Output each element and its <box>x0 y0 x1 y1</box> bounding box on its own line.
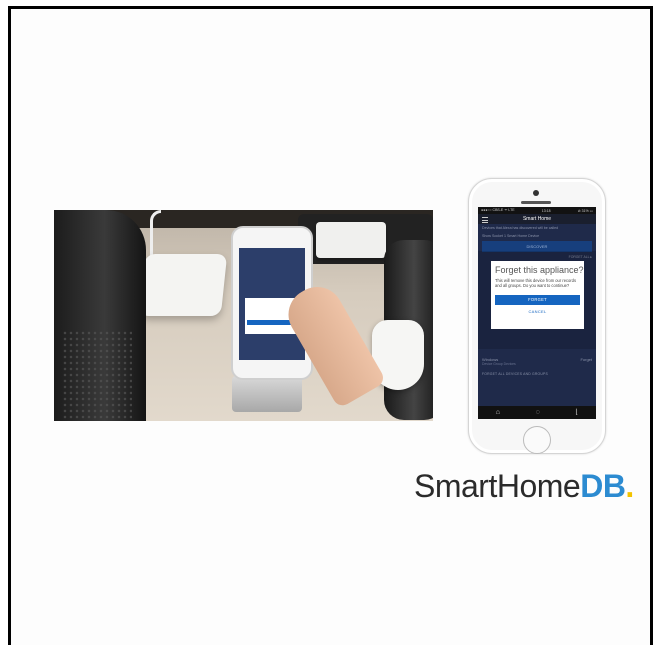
dialog-title: Forget this appliance? <box>495 265 584 275</box>
front-camera <box>533 190 539 196</box>
phone-screen: ●●●○○ CBS-E ᯤ LTE 13:18 ⊘ 31% ▭ Smart Ho… <box>478 207 596 419</box>
hamburger-menu-icon[interactable] <box>482 217 488 223</box>
smart-plug <box>316 222 386 258</box>
product-photo <box>54 210 433 421</box>
status-bar: ●●●○○ CBS-E ᯤ LTE 13:18 ⊘ 31% ▭ <box>478 207 596 214</box>
forget-button[interactable]: FORGET <box>495 294 580 305</box>
settings-tab-icon[interactable]: ⌊ <box>575 409 578 416</box>
app-title: Smart Home <box>522 216 552 222</box>
app-bar: Smart Home <box>478 214 596 224</box>
image-frame: ●●●○○ CBS-E ᯤ LTE 13:18 ⊘ 31% ▭ Smart Ho… <box>8 6 653 645</box>
phone-stand <box>232 376 302 412</box>
device-forget-link[interactable]: Forget <box>580 357 592 362</box>
status-time: 13:18 <box>541 208 551 213</box>
chat-tab-icon[interactable]: ◌ <box>536 409 540 416</box>
dialog-message: This will remove this device from our re… <box>495 278 576 289</box>
smarthomedb-logo: SmartHomeDB. <box>414 468 634 505</box>
background-line-2: Show Socket 1 Smart Home Device <box>482 234 540 238</box>
device-list: Windows Forget Device Group Devices FORG… <box>478 357 596 376</box>
cancel-button[interactable]: CANCEL <box>495 309 580 314</box>
background-line-1: Devices that Alexa has discovered will b… <box>482 226 559 230</box>
earpiece-speaker <box>521 201 551 204</box>
status-battery: ⊘ 31% ▭ <box>577 208 593 213</box>
status-carrier: ●●●○○ CBS-E ᯤ LTE <box>481 208 515 212</box>
forget-appliance-dialog: Forget this appliance? This will remove … <box>491 261 584 329</box>
phone-mockup: ●●●○○ CBS-E ᯤ LTE 13:18 ⊘ 31% ▭ Smart Ho… <box>468 178 606 454</box>
logo-db: DB <box>580 468 626 504</box>
tab-bar: ⌂ ◌ ⌊ <box>478 406 596 419</box>
forget-all-devices-link[interactable]: FORGET ALL DEVICES AND GROUPS <box>478 366 596 376</box>
home-tab-icon[interactable]: ⌂ <box>496 409 500 416</box>
home-button[interactable] <box>523 426 551 454</box>
echo-speaker <box>54 210 146 421</box>
smart-hub <box>138 254 228 316</box>
logo-dot: . <box>625 468 634 504</box>
logo-text: SmartHome <box>414 468 581 504</box>
